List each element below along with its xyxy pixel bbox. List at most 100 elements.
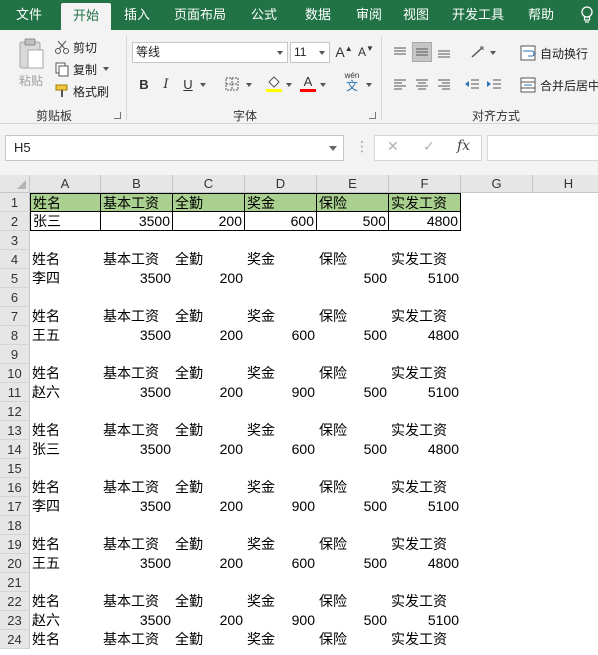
- cell-f22[interactable]: 实发工资: [389, 592, 461, 611]
- cell-e19[interactable]: 保险: [317, 535, 389, 554]
- cell-a7[interactable]: 姓名: [30, 307, 101, 326]
- font-name-combo[interactable]: 等线: [132, 42, 288, 63]
- cell-b11[interactable]: 3500: [101, 383, 173, 402]
- cell-e4[interactable]: 保险: [317, 250, 389, 269]
- cell-a5[interactable]: 李四: [30, 269, 101, 288]
- cell-b19[interactable]: 基本工资: [101, 535, 173, 554]
- cell-e5[interactable]: 500: [317, 269, 389, 288]
- column-header-b[interactable]: B: [101, 175, 173, 193]
- row-header-12[interactable]: 12: [0, 402, 30, 421]
- fill-color-button[interactable]: [264, 73, 284, 93]
- column-header-f[interactable]: F: [389, 175, 461, 193]
- cell-f20[interactable]: 4800: [389, 554, 461, 573]
- cell-c4[interactable]: 全勤: [173, 250, 245, 269]
- cell-e14[interactable]: 500: [317, 440, 389, 459]
- tab-9[interactable]: 帮助: [518, 0, 564, 30]
- cell-b8[interactable]: 3500: [101, 326, 173, 345]
- row-header-7[interactable]: 7: [0, 307, 30, 326]
- align-center-button[interactable]: [412, 74, 432, 94]
- cell-c20[interactable]: 200: [173, 554, 245, 573]
- cell-c2[interactable]: 200: [173, 212, 245, 231]
- cell-d8[interactable]: 600: [245, 326, 317, 345]
- tab-7[interactable]: 视图: [394, 0, 438, 30]
- cell-c13[interactable]: 全勤: [173, 421, 245, 440]
- cell-d24[interactable]: 奖金: [245, 630, 317, 649]
- column-header-g[interactable]: G: [461, 175, 533, 193]
- column-header-h[interactable]: H: [533, 175, 598, 193]
- cell-e11[interactable]: 500: [317, 383, 389, 402]
- cell-c16[interactable]: 全勤: [173, 478, 245, 497]
- cell-d4[interactable]: 奖金: [245, 250, 317, 269]
- cut-button[interactable]: 剪切: [54, 38, 97, 56]
- cell-f10[interactable]: 实发工资: [389, 364, 461, 383]
- cell-e10[interactable]: 保险: [317, 364, 389, 383]
- align-left-button[interactable]: [390, 74, 410, 94]
- cell-d23[interactable]: 900: [245, 611, 317, 630]
- cell-c14[interactable]: 200: [173, 440, 245, 459]
- cell-e8[interactable]: 500: [317, 326, 389, 345]
- cell-e13[interactable]: 保险: [317, 421, 389, 440]
- cell-a11[interactable]: 赵六: [30, 383, 101, 402]
- cell-b13[interactable]: 基本工资: [101, 421, 173, 440]
- cell-d1[interactable]: 奖金: [245, 193, 317, 212]
- merge-center-button[interactable]: 合并后居中: [520, 75, 598, 95]
- cell-a24[interactable]: 姓名: [30, 630, 101, 649]
- cell-c7[interactable]: 全勤: [173, 307, 245, 326]
- tab-2[interactable]: 插入: [113, 0, 161, 30]
- cell-d13[interactable]: 奖金: [245, 421, 317, 440]
- cell-b14[interactable]: 3500: [101, 440, 173, 459]
- cell-d2[interactable]: 600: [245, 212, 317, 231]
- italic-button[interactable]: I: [156, 74, 176, 94]
- row-header-14[interactable]: 14: [0, 440, 30, 459]
- cell-e1[interactable]: 保险: [317, 193, 389, 212]
- formula-input[interactable]: [487, 135, 598, 161]
- row-header-6[interactable]: 6: [0, 288, 30, 307]
- row-header-22[interactable]: 22: [0, 592, 30, 611]
- cell-a17[interactable]: 李四: [30, 497, 101, 516]
- bold-button[interactable]: B: [134, 74, 154, 94]
- cell-c5[interactable]: 200: [173, 269, 245, 288]
- tab-3[interactable]: 页面布局: [163, 0, 237, 30]
- row-header-23[interactable]: 23: [0, 611, 30, 630]
- cell-d19[interactable]: 奖金: [245, 535, 317, 554]
- row-header-8[interactable]: 8: [0, 326, 30, 345]
- cell-e23[interactable]: 500: [317, 611, 389, 630]
- cell-b16[interactable]: 基本工资: [101, 478, 173, 497]
- underline-button[interactable]: U: [178, 74, 198, 94]
- clipboard-launcher-icon[interactable]: [114, 112, 121, 119]
- cell-a23[interactable]: 赵六: [30, 611, 101, 630]
- cell-e22[interactable]: 保险: [317, 592, 389, 611]
- row-header-1[interactable]: 1: [0, 193, 30, 212]
- chevron-down-icon[interactable]: [200, 83, 206, 87]
- formula-bar-grip-icon[interactable]: ⋮: [355, 138, 369, 155]
- chevron-down-icon[interactable]: [320, 83, 326, 87]
- cell-a4[interactable]: 姓名: [30, 250, 101, 269]
- enter-icon[interactable]: ✓: [423, 138, 435, 155]
- worksheet-grid[interactable]: A B C D E F G H 1 2 3 4 5 6 7 8 9 10 11 12 13 14 15 16 17 18 19 20 2…: [0, 175, 598, 655]
- cell-d10[interactable]: 奖金: [245, 364, 317, 383]
- row-header-21[interactable]: 21: [0, 573, 30, 592]
- align-bottom-button[interactable]: [434, 42, 454, 62]
- cell-a10[interactable]: 姓名: [30, 364, 101, 383]
- cell-f13[interactable]: 实发工资: [389, 421, 461, 440]
- row-header-3[interactable]: 3: [0, 231, 30, 250]
- column-header-e[interactable]: E: [317, 175, 389, 193]
- phonetic-button[interactable]: wén 文: [340, 71, 364, 93]
- align-right-button[interactable]: [434, 74, 454, 94]
- paste-button[interactable]: 粘贴: [14, 38, 48, 98]
- orientation-button[interactable]: [468, 42, 488, 62]
- chevron-down-icon[interactable]: [246, 83, 252, 87]
- cell-b23[interactable]: 3500: [101, 611, 173, 630]
- cell-c1[interactable]: 全勤: [173, 193, 245, 212]
- cell-c8[interactable]: 200: [173, 326, 245, 345]
- cell-c23[interactable]: 200: [173, 611, 245, 630]
- cell-d20[interactable]: 600: [245, 554, 317, 573]
- cell-a19[interactable]: 姓名: [30, 535, 101, 554]
- row-header-13[interactable]: 13: [0, 421, 30, 440]
- cell-f7[interactable]: 实发工资: [389, 307, 461, 326]
- row-header-2[interactable]: 2: [0, 212, 30, 231]
- cell-b10[interactable]: 基本工资: [101, 364, 173, 383]
- cell-f1[interactable]: 实发工资: [389, 193, 461, 212]
- cell-f14[interactable]: 4800: [389, 440, 461, 459]
- cell-e17[interactable]: 500: [317, 497, 389, 516]
